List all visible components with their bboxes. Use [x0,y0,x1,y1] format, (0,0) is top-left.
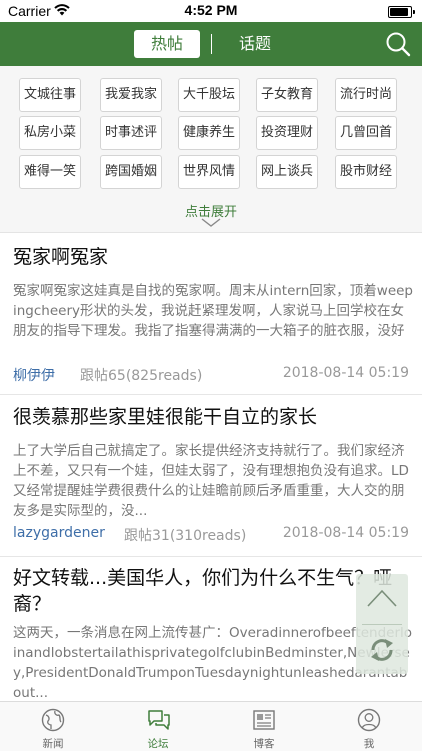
chat-bubbles-icon [148,710,170,730]
tab-divider [211,34,212,54]
category-chip[interactable]: 大千股坛 [178,78,240,112]
post-author[interactable]: lazygardener [13,525,105,541]
tab-hot-posts[interactable]: 热帖 [134,30,200,58]
status-bar: Carrier 4:52 PM [0,0,422,22]
category-chip[interactable]: 跨国婚姻 [100,155,162,189]
category-chip[interactable]: 网上谈兵 [256,155,318,189]
category-chip[interactable]: 流行时尚 [335,78,397,112]
post-title[interactable]: 冤家啊冤家 [13,244,408,270]
tab-me[interactable]: 我 [329,702,409,751]
nav-bar: 热帖 话题 [0,22,422,66]
category-chip[interactable]: 世界风情 [178,155,240,189]
post-excerpt: 上了大学后自己就搞定了。家长提供经济支持就行了。我们家经济上不差，又只有一个娃，… [13,443,409,519]
post-excerpt: 这两天，一条消息在网上流传甚广：Overadinnerofbeeftenderl… [13,625,413,701]
post-date: 2018-08-14 05:19 [282,525,409,541]
tab-news-label: 新闻 [42,738,64,750]
scroll-top-icon[interactable] [366,586,398,610]
bottom-tab-bar: 新闻 论坛 博客 我 [0,701,422,751]
post-excerpt: 冤家啊冤家这娃真是自找的冤家啊。周末从intern回家，顶着weepingche… [13,283,413,339]
post-title[interactable]: 好文转载...美国华人，你们为什么不生气？哑裔？ [13,565,413,617]
tab-topics[interactable]: 话题 [222,30,288,58]
category-chip[interactable]: 股市财经 [335,155,397,189]
tab-news[interactable]: 新闻 [13,702,93,751]
list-item[interactable]: 很羡慕那些家里娃很能干自立的家长 上了大学后自己就搞定了。家长提供经济支持就行了… [0,395,422,557]
category-chip[interactable]: 我爱我家 [100,78,162,112]
globe-icon [41,708,65,732]
tab-blog-label: 博客 [253,738,275,750]
person-icon [357,708,381,732]
tab-forum-label: 论坛 [147,738,169,750]
category-chip[interactable]: 健康养生 [178,116,240,150]
category-chip[interactable]: 投资理财 [256,116,318,150]
post-stats: 跟帖31(310reads) [124,528,247,544]
category-chip[interactable]: 时事述评 [100,116,162,150]
post-stats: 跟帖65(825reads) [80,368,203,384]
category-chip[interactable]: 子女教育 [256,78,318,112]
category-chip[interactable]: 私房小菜 [19,116,81,150]
floating-controls [356,574,408,674]
chevron-down-icon[interactable] [201,218,221,228]
tab-blog[interactable]: 博客 [224,702,304,751]
newspaper-icon [253,710,275,730]
post-title[interactable]: 很羡慕那些家里娃很能干自立的家长 [13,404,408,430]
category-chip[interactable]: 文城往事 [19,78,81,112]
category-grid: 文城往事 我爱我家 大千股坛 子女教育 流行时尚 私房小菜 时事述评 健康养生 … [0,66,422,233]
clock-time: 4:52 PM [184,2,238,18]
search-icon[interactable] [385,31,411,57]
category-chip[interactable]: 难得一笑 [19,155,81,189]
tab-forum[interactable]: 论坛 [118,702,198,751]
list-item[interactable]: 冤家啊冤家 冤家啊冤家这娃真是自找的冤家啊。周末从intern回家，顶着weep… [0,233,422,395]
post-author[interactable]: 柳伊伊 [13,365,55,385]
category-chip[interactable]: 几曾回首 [335,116,397,150]
battery-icon [388,6,415,18]
refresh-icon[interactable] [367,635,397,665]
post-date: 2018-08-14 05:19 [282,365,409,381]
tab-me-label: 我 [363,738,375,750]
